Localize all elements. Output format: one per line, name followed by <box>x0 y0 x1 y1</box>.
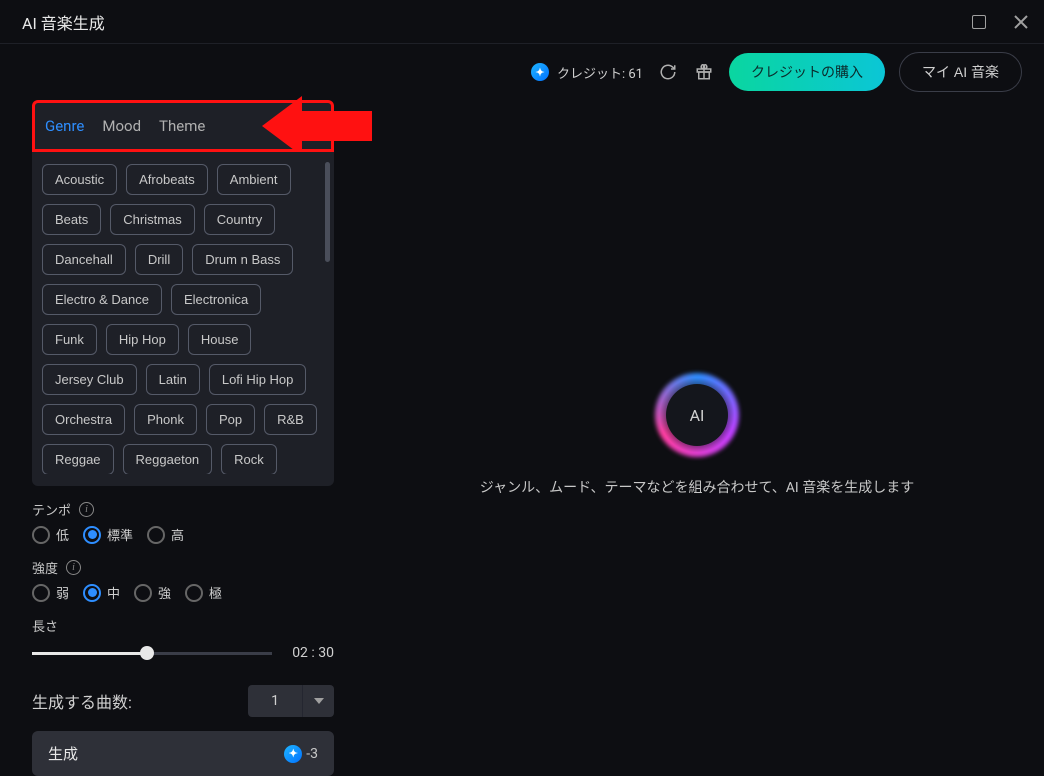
generate-label: 生成 <box>48 743 78 764</box>
genre-tag[interactable]: Dancehall <box>42 244 126 275</box>
maximize-button[interactable] <box>970 13 988 31</box>
credits-icon: ✦ <box>284 745 302 763</box>
tab-theme[interactable]: Theme <box>159 117 205 135</box>
genre-tag[interactable]: Latin <box>146 364 200 395</box>
length-label: 長さ <box>32 616 58 635</box>
tempo-label: テンポ <box>32 500 71 519</box>
ai-orb-icon: AI <box>659 377 735 453</box>
genre-tag[interactable]: Lofi Hip Hop <box>209 364 307 395</box>
genre-tag[interactable]: R&B <box>264 404 317 435</box>
buy-credits-button[interactable]: クレジットの購入 <box>729 53 885 91</box>
genre-tag[interactable]: Orchestra <box>42 404 125 435</box>
tags-scrollbar[interactable] <box>325 162 330 476</box>
close-button[interactable] <box>1012 13 1030 31</box>
generate-cost: -3 <box>306 746 318 762</box>
tempo-radio-group: 低標準高 <box>32 525 334 544</box>
count-value: 1 <box>248 685 302 717</box>
genre-tag[interactable]: Hip Hop <box>106 324 179 355</box>
intensity-radio-group: 弱中強極 <box>32 583 334 602</box>
genre-tag[interactable]: Reggaeton <box>123 444 213 474</box>
genre-tag[interactable]: Afrobeats <box>126 164 208 195</box>
genre-tag[interactable]: Jersey Club <box>42 364 137 395</box>
genre-tag[interactable]: Funk <box>42 324 97 355</box>
genre-tag[interactable]: Electro & Dance <box>42 284 162 315</box>
genre-tag[interactable]: Ambient <box>217 164 291 195</box>
genre-tag[interactable]: Drill <box>135 244 183 275</box>
genre-tag[interactable]: Rock <box>221 444 277 474</box>
genre-tag[interactable]: Phonk <box>134 404 197 435</box>
intensity-radio[interactable]: 弱 <box>32 583 69 602</box>
credits-icon: ✦ <box>531 63 549 81</box>
window-title: AI 音楽生成 <box>22 10 105 34</box>
genre-tag[interactable]: Electronica <box>171 284 261 315</box>
tempo-radio[interactable]: 低 <box>32 525 69 544</box>
intensity-radio[interactable]: 中 <box>83 583 120 602</box>
tab-mood[interactable]: Mood <box>102 117 141 135</box>
refresh-button[interactable] <box>657 61 679 83</box>
genre-tag[interactable]: Christmas <box>110 204 195 235</box>
gift-button[interactable] <box>693 61 715 83</box>
info-icon[interactable]: i <box>66 560 81 575</box>
genre-tag[interactable]: House <box>188 324 252 355</box>
count-dropdown[interactable] <box>302 685 334 717</box>
intensity-radio[interactable]: 極 <box>185 583 222 602</box>
intensity-label: 強度 <box>32 558 58 577</box>
tempo-radio[interactable]: 標準 <box>83 525 133 544</box>
my-ai-music-button[interactable]: マイ AI 音楽 <box>899 52 1022 92</box>
genre-tag[interactable]: Drum n Bass <box>192 244 293 275</box>
info-icon[interactable]: i <box>79 502 94 517</box>
generate-button[interactable]: 生成 ✦ -3 <box>32 731 334 776</box>
genre-tag[interactable]: Country <box>204 204 276 235</box>
genre-tag[interactable]: Beats <box>42 204 101 235</box>
tab-genre[interactable]: Genre <box>45 117 84 135</box>
genre-tags-list: Acoustic Afrobeats Ambient Beats Christmas Co… <box>42 164 324 474</box>
genre-tag[interactable]: Pop <box>206 404 255 435</box>
length-value: 02 : 30 <box>286 645 334 661</box>
intensity-radio[interactable]: 強 <box>134 583 171 602</box>
preview-message: ジャンル、ムード、テーマなどを組み合わせて、AI 音楽を生成します <box>480 477 914 497</box>
genre-tag[interactable]: Acoustic <box>42 164 117 195</box>
credits-label: クレジット: 61 <box>557 63 643 82</box>
genre-tag[interactable]: Reggae <box>42 444 114 474</box>
count-label: 生成する曲数: <box>32 689 132 713</box>
length-slider[interactable] <box>32 652 272 655</box>
tempo-radio[interactable]: 高 <box>147 525 184 544</box>
